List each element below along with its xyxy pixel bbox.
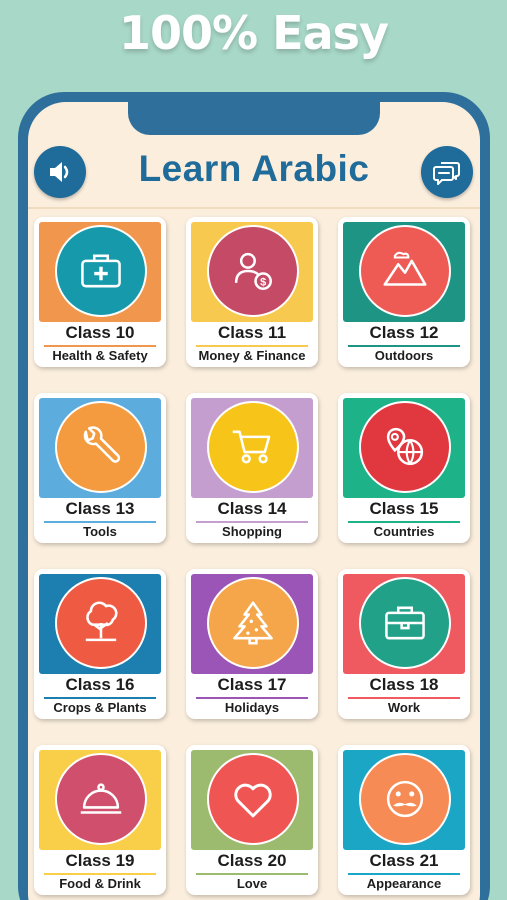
globe-pin-icon: [386, 427, 424, 466]
christmas-tree-icon: [233, 601, 273, 645]
card-topic-label: Countries: [373, 524, 435, 539]
card-topic-label: Food & Drink: [59, 876, 141, 891]
card-class-label: Class 13: [65, 499, 135, 518]
class-card[interactable]: Class 16 Crops & Plants: [34, 569, 166, 719]
class-card[interactable]: Class 17 Holidays: [186, 569, 318, 719]
card-icon-circle: [359, 225, 451, 317]
first-aid-kit-icon: [81, 254, 121, 288]
card-class-label: Class 20: [217, 851, 287, 870]
card-divider: [44, 345, 156, 347]
card-tile: [343, 574, 465, 674]
chat-button[interactable]: [421, 146, 473, 198]
card-divider: [196, 345, 308, 347]
app-screen: Learn Arabic Class 10 Health & Safety $ Cla…: [28, 102, 480, 900]
card-class-label: Class 14: [217, 499, 287, 518]
mustache-face-icon: [386, 780, 424, 818]
card-icon-circle: [359, 577, 451, 669]
briefcase-icon: [385, 606, 425, 640]
card-class-label: Class 15: [369, 499, 439, 518]
card-tile: [39, 398, 161, 498]
card-tile: [343, 398, 465, 498]
card-divider: [44, 697, 156, 699]
card-icon-circle: [207, 401, 299, 493]
chat-bubbles-icon: [433, 162, 460, 185]
card-tile: $: [191, 222, 313, 322]
card-tile: [39, 750, 161, 850]
svg-text:$: $: [260, 276, 266, 288]
card-icon-circle: [55, 577, 147, 669]
class-card[interactable]: Class 20 Love: [186, 745, 318, 895]
card-topic-label: Love: [236, 876, 268, 891]
card-icon-circle: [359, 401, 451, 493]
card-divider: [196, 697, 308, 699]
card-icon-circle: [55, 753, 147, 845]
cloche-icon: [80, 783, 122, 814]
card-class-label: Class 18: [369, 675, 439, 694]
card-topic-label: Appearance: [366, 876, 442, 891]
class-card[interactable]: Class 19 Food & Drink: [34, 745, 166, 895]
card-class-label: Class 10: [65, 323, 135, 342]
card-topic-label: Holidays: [224, 700, 280, 715]
class-card[interactable]: Class 10 Health & Safety: [34, 217, 166, 367]
header-divider: [28, 207, 480, 209]
card-tile: [343, 222, 465, 322]
tree-icon: [85, 601, 118, 642]
card-tile: [191, 750, 313, 850]
class-card[interactable]: Class 21 Appearance: [338, 745, 470, 895]
heart-icon: [234, 783, 272, 818]
phone-notch: [128, 102, 380, 135]
card-topic-label: Shopping: [222, 524, 282, 539]
card-icon-circle: [55, 401, 147, 493]
card-icon-circle: $: [207, 225, 299, 317]
card-icon-circle: [359, 753, 451, 845]
wrench-icon: [83, 426, 121, 463]
card-divider: [196, 521, 308, 523]
class-card[interactable]: Class 14 Shopping: [186, 393, 318, 543]
shopping-cart-icon: [232, 430, 271, 464]
card-topic-label: Tools: [83, 524, 117, 539]
promo-headline: 100% Easy: [119, 6, 389, 60]
card-topic-label: Crops & Plants: [53, 700, 147, 715]
class-card[interactable]: Class 13 Tools: [34, 393, 166, 543]
card-class-label: Class 12: [369, 323, 439, 342]
card-icon-circle: [207, 753, 299, 845]
card-tile: [39, 222, 161, 322]
card-divider: [348, 345, 460, 347]
person-money-icon: $: [234, 252, 272, 290]
card-topic-label: Outdoors: [374, 348, 434, 363]
mountain-icon: [383, 251, 427, 286]
card-topic-label: Money & Finance: [198, 348, 306, 363]
card-divider: [348, 521, 460, 523]
card-tile: [343, 750, 465, 850]
class-card[interactable]: Class 12 Outdoors: [338, 217, 470, 367]
card-class-label: Class 19: [65, 851, 135, 870]
card-class-label: Class 11: [217, 323, 287, 342]
class-card[interactable]: Class 15 Countries: [338, 393, 470, 543]
class-card[interactable]: $ Class 11 Money & Finance: [186, 217, 318, 367]
card-divider: [44, 873, 156, 875]
page-title: Learn Arabic: [138, 148, 370, 189]
card-divider: [348, 873, 460, 875]
phone-frame: Learn Arabic Class 10 Health & Safety $ Cla…: [18, 92, 490, 900]
card-divider: [348, 697, 460, 699]
card-icon-circle: [55, 225, 147, 317]
card-icon-circle: [207, 577, 299, 669]
card-tile: [191, 398, 313, 498]
class-card[interactable]: Class 18 Work: [338, 569, 470, 719]
card-class-label: Class 21: [369, 851, 439, 870]
card-topic-label: Health & Safety: [52, 348, 148, 363]
card-divider: [44, 521, 156, 523]
card-divider: [196, 873, 308, 875]
card-tile: [39, 574, 161, 674]
card-class-label: Class 16: [65, 675, 135, 694]
card-class-label: Class 17: [217, 675, 287, 694]
card-tile: [191, 574, 313, 674]
card-topic-label: Work: [387, 700, 421, 715]
